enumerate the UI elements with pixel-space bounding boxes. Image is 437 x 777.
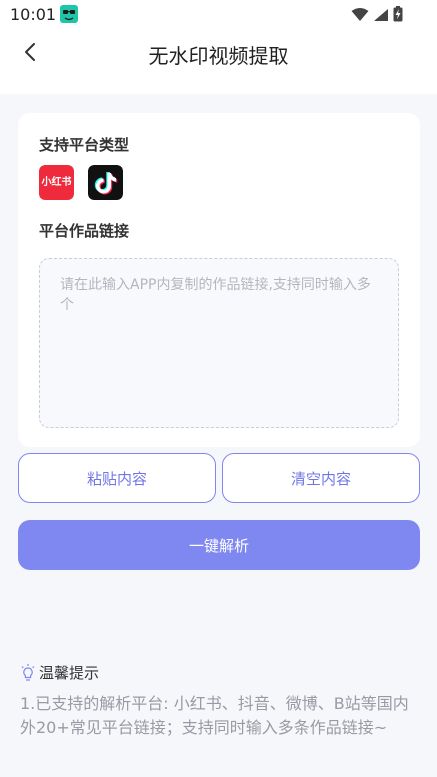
parse-button[interactable]: 一键解析	[18, 520, 420, 570]
page-title: 无水印视频提取	[148, 44, 289, 68]
tip-title: 温馨提示	[39, 664, 100, 682]
xiaohongshu-icon-text: 小红书	[41, 177, 72, 188]
xiaohongshu-icon[interactable]: 小红书	[39, 165, 74, 200]
status-icons	[351, 6, 403, 26]
status-time: 10:01	[10, 5, 57, 24]
platforms-label: 支持平台类型	[39, 136, 130, 154]
tiktok-icon[interactable]	[88, 165, 123, 200]
paste-button[interactable]: 粘贴内容	[18, 453, 216, 503]
signal-icon	[373, 7, 389, 26]
wifi-icon	[351, 7, 369, 26]
tip-header: 温馨提示	[20, 662, 99, 683]
input-card: 支持平台类型 小红书 平台作品链接	[18, 113, 420, 447]
clear-button[interactable]: 清空内容	[222, 453, 420, 503]
nav-bar: 无水印视频提取	[0, 30, 437, 94]
tip-text: 1.已支持的解析平台: 小红书、抖音、微博、B站等国内外20+常见平台链接；支持…	[20, 694, 409, 737]
lightbulb-icon	[20, 663, 36, 682]
status-bar: 10:01	[0, 0, 437, 30]
link-label: 平台作品链接	[39, 222, 130, 240]
battery-charging-icon	[393, 6, 403, 26]
app-notification-icon	[59, 4, 79, 24]
link-input[interactable]	[39, 258, 399, 428]
